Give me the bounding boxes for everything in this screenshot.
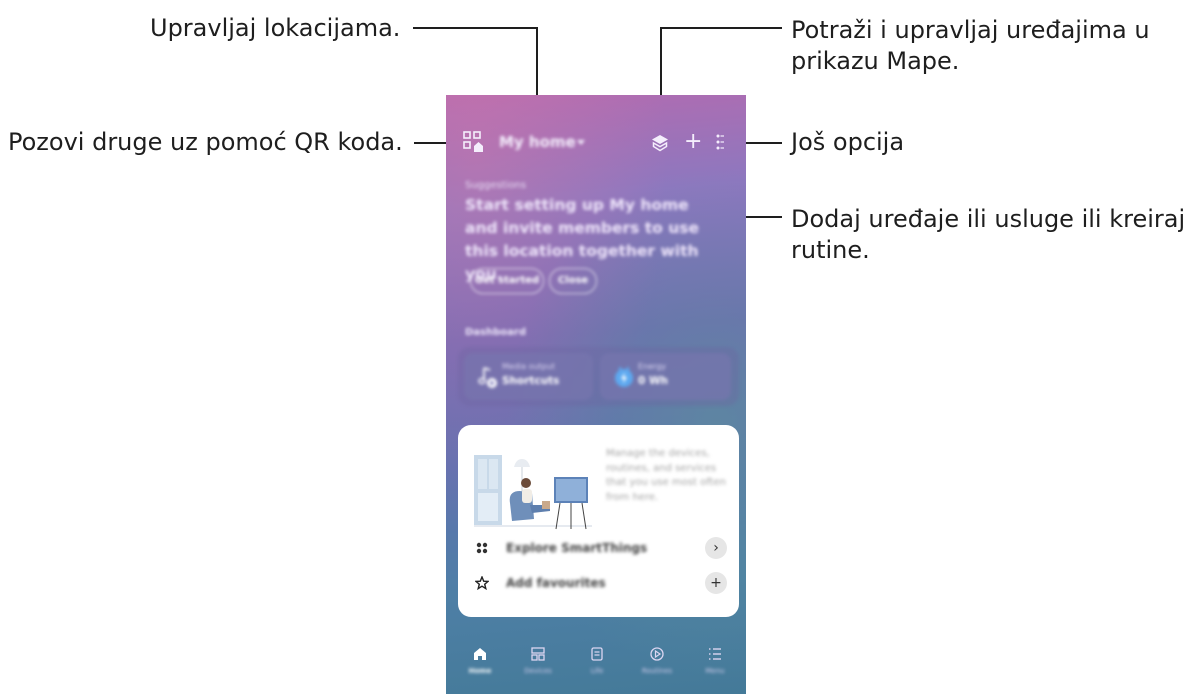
callout-map-line2: prikazu Mape. [791, 47, 960, 75]
nav-devices[interactable]: Devices [510, 646, 566, 675]
nav-home-label: Home [468, 667, 492, 675]
nav-home[interactable]: Home [452, 646, 508, 675]
add-favourites-row[interactable]: Add favourites + [473, 572, 727, 596]
nav-life-label: Life [590, 667, 604, 675]
nav-devices-label: Devices [524, 667, 552, 675]
card-description: Manage the devices, routines, and servic… [606, 448, 726, 503]
living-room-illustration [474, 455, 592, 530]
add-icon[interactable]: + [684, 131, 702, 153]
explore-smartthings-row[interactable]: Explore SmartThings › [473, 537, 727, 561]
dashboard-label: Dashboard [465, 327, 526, 338]
explore-smartthings-label: Explore SmartThings [506, 541, 648, 555]
add-favourite-icon[interactable]: + [705, 572, 727, 594]
more-options-icon[interactable] [716, 133, 724, 151]
chevron-down-icon[interactable] [577, 140, 585, 145]
smartthings-icon [476, 542, 488, 554]
callout-add-line1: Dodaj uređaje ili usluge ili kreiraj [791, 205, 1186, 233]
life-icon [591, 647, 603, 661]
star-icon [475, 576, 489, 590]
energy-label: Energy [638, 362, 667, 371]
energy-plug-icon [615, 367, 633, 387]
suggestions-label: Suggestions [465, 180, 527, 191]
add-favourites-label: Add favourites [506, 576, 606, 590]
callout-manage-locations: Upravljaj lokacijama. [150, 14, 401, 42]
media-output-value: Shortcuts [502, 375, 560, 387]
energy-value: 0 Wh [638, 375, 669, 387]
nav-routines[interactable]: Routines [629, 646, 685, 675]
callout-add-line2: rutine. [791, 236, 870, 264]
bottom-navigation: Home Devices Life Routines Menu [446, 628, 746, 694]
energy-tile[interactable]: Energy 0 Wh [600, 353, 731, 400]
devices-icon [531, 647, 545, 661]
location-selector[interactable]: My home [499, 133, 576, 151]
phone-screen: My home + Suggestions Start setting up M… [446, 95, 746, 694]
callout-map-line1: Potraži i upravljaj uređajima u [791, 16, 1150, 44]
leader-line-locations-h [413, 27, 538, 29]
media-output-tile[interactable]: Media output Shortcuts [464, 353, 593, 400]
close-button[interactable]: Close [549, 268, 597, 294]
dashboard-panel: Media output Shortcuts Energy 0 Wh [458, 347, 739, 406]
menu-icon [709, 648, 721, 660]
favourites-card: Manage the devices, routines, and servic… [458, 425, 739, 617]
chevron-right-icon[interactable]: › [705, 537, 727, 559]
music-note-icon [478, 367, 497, 388]
nav-menu[interactable]: Menu [687, 646, 743, 675]
nav-routines-label: Routines [641, 667, 673, 675]
callout-invite-qr: Pozovi druge uz pomoć QR koda. [8, 128, 403, 156]
routines-icon [650, 647, 664, 661]
home-icon [474, 648, 486, 660]
nav-life[interactable]: Life [569, 646, 625, 675]
get-started-button[interactable]: Get started [470, 268, 544, 294]
qr-invite-icon[interactable] [463, 131, 485, 153]
map-view-icon[interactable] [650, 133, 670, 153]
media-output-label: Media output [502, 362, 555, 371]
leader-line-map-h [660, 27, 782, 29]
callout-more-options: Još opcija [791, 128, 905, 156]
nav-menu-label: Menu [705, 667, 725, 675]
